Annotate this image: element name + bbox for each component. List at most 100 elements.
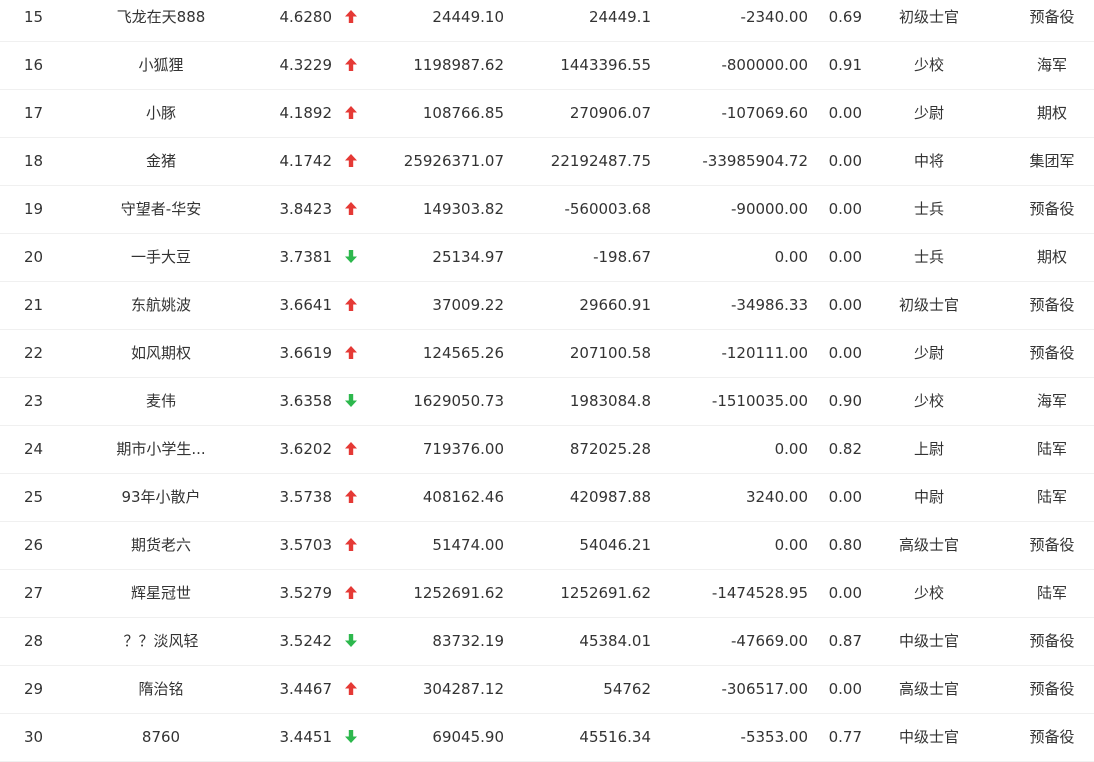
value-3-cell: -120111.00 — [721, 344, 808, 362]
trader-name-link[interactable]: 小豚 — [86, 89, 236, 137]
value-2-cell: -198.67 — [593, 248, 651, 266]
rank-title-cell: 初级士官 — [898, 296, 959, 314]
ratio-cell: 0.00 — [828, 584, 862, 602]
arrow-up-icon — [345, 345, 357, 359]
rank-cell: 18 — [24, 152, 44, 170]
ratio-cell: 0.69 — [828, 8, 862, 26]
value-3-cell: 3240.00 — [745, 488, 808, 506]
arrow-up-icon — [345, 9, 357, 23]
table-row: 17 小豚 4.1892 108766.85 270906.07 -107069… — [0, 89, 1094, 138]
rank-cell: 29 — [24, 680, 44, 698]
trader-name-link[interactable]: 飞龙在天888 — [86, 0, 236, 41]
arrow-up-icon — [345, 105, 357, 119]
rank-cell: 26 — [24, 536, 44, 554]
value-3-cell: -107069.60 — [721, 104, 808, 122]
trader-name-link[interactable]: ？？淡风轻 — [86, 617, 236, 665]
trader-name-link[interactable]: 小狐狸 — [86, 41, 236, 89]
score-cell: 3.6641 — [279, 296, 333, 314]
score-cell: 4.3229 — [279, 56, 333, 74]
rank-title-cell: 士兵 — [913, 200, 944, 218]
value-2-cell: 45516.34 — [579, 728, 651, 746]
value-1-cell: 37009.22 — [432, 296, 504, 314]
ratio-cell: 0.90 — [828, 392, 862, 410]
trader-name-link[interactable]: 如风期权 — [86, 329, 236, 377]
table-row: 28 ？？淡风轻 3.5242 83732.19 45384.01 -47669… — [0, 617, 1094, 666]
trader-name-link[interactable]: 期货老六 — [86, 521, 236, 569]
table-row: 25 93年小散户 3.5738 408162.46 420987.88 324… — [0, 473, 1094, 522]
rank-title-cell: 中将 — [913, 152, 944, 170]
value-1-cell: 304287.12 — [422, 680, 504, 698]
branch-cell: 海军 — [1036, 392, 1067, 410]
arrow-up-icon — [345, 585, 357, 599]
value-2-cell: -560003.68 — [564, 200, 651, 218]
score-cell: 3.8423 — [279, 200, 333, 218]
arrow-up-icon — [345, 441, 357, 455]
rank-cell: 30 — [24, 728, 44, 746]
value-2-cell: 1983084.8 — [569, 392, 651, 410]
value-2-cell: 22192487.75 — [550, 152, 651, 170]
trader-name-link[interactable]: 8760 — [86, 713, 236, 761]
trader-name-link[interactable]: 93年小散户 — [86, 473, 236, 521]
value-1-cell: 108766.85 — [422, 104, 504, 122]
ratio-cell: 0.87 — [828, 632, 862, 650]
trend-cell — [342, 569, 360, 617]
value-2-cell: 1252691.62 — [560, 584, 651, 602]
value-1-cell: 408162.46 — [422, 488, 504, 506]
trend-cell — [342, 41, 360, 89]
trend-cell — [342, 89, 360, 137]
score-cell: 3.4467 — [279, 680, 333, 698]
rank-title-cell: 上尉 — [913, 440, 944, 458]
arrow-up-icon — [345, 681, 357, 695]
trader-name-link[interactable]: 麦伟 — [86, 377, 236, 425]
trend-cell — [342, 617, 360, 665]
rank-cell: 16 — [24, 56, 44, 74]
ranking-table: 15 飞龙在天888 4.6280 24449.10 24449.1 -2340… — [0, 0, 1094, 762]
rank-title-cell: 高级士官 — [898, 680, 959, 698]
rank-title-cell: 少校 — [913, 56, 944, 74]
score-cell: 4.6280 — [279, 8, 333, 26]
value-3-cell: 0.00 — [774, 248, 808, 266]
trader-name-link[interactable]: 隋治铭 — [86, 665, 236, 713]
value-1-cell: 1198987.62 — [413, 56, 504, 74]
ratio-cell: 0.91 — [828, 56, 862, 74]
arrow-down-icon — [345, 249, 357, 263]
trader-name-link[interactable]: 期市小学生... — [86, 425, 236, 473]
rank-title-cell: 少校 — [913, 584, 944, 602]
trader-name-link[interactable]: 守望者-华安 — [86, 185, 236, 233]
rank-title-cell: 少尉 — [913, 344, 944, 362]
value-2-cell: 270906.07 — [569, 104, 651, 122]
value-3-cell: -800000.00 — [721, 56, 808, 74]
table-row: 18 金猪 4.1742 25926371.07 22192487.75 -33… — [0, 137, 1094, 186]
rank-cell: 17 — [24, 104, 44, 122]
table-row: 29 隋治铭 3.4467 304287.12 54762 -306517.00… — [0, 665, 1094, 714]
table-row: 23 麦伟 3.6358 1629050.73 1983084.8 -15100… — [0, 377, 1094, 426]
trader-name-link[interactable]: 东航姚波 — [86, 281, 236, 329]
branch-cell: 期权 — [1036, 104, 1067, 122]
value-2-cell: 1443396.55 — [560, 56, 651, 74]
trader-name-link[interactable]: 辉星冠世 — [86, 569, 236, 617]
value-1-cell: 719376.00 — [422, 440, 504, 458]
value-2-cell: 24449.1 — [588, 8, 651, 26]
trend-cell — [342, 377, 360, 425]
trend-cell — [342, 713, 360, 761]
value-1-cell: 1629050.73 — [413, 392, 504, 410]
rank-cell: 23 — [24, 392, 44, 410]
score-cell: 3.6202 — [279, 440, 333, 458]
trader-name-link[interactable]: 一手大豆 — [86, 233, 236, 281]
branch-cell: 预备役 — [1029, 296, 1075, 314]
rank-title-cell: 中尉 — [913, 488, 944, 506]
value-1-cell: 124565.26 — [422, 344, 504, 362]
trend-cell — [342, 665, 360, 713]
score-cell: 4.1742 — [279, 152, 333, 170]
ratio-cell: 0.00 — [828, 200, 862, 218]
rank-cell: 19 — [24, 200, 44, 218]
score-cell: 4.1892 — [279, 104, 333, 122]
ratio-cell: 0.80 — [828, 536, 862, 554]
value-1-cell: 69045.90 — [432, 728, 504, 746]
trader-name-link[interactable]: 金猪 — [86, 137, 236, 185]
ratio-cell: 0.00 — [828, 344, 862, 362]
rank-cell: 28 — [24, 632, 44, 650]
rank-cell: 15 — [24, 8, 44, 26]
branch-cell: 陆军 — [1036, 440, 1067, 458]
trend-cell — [342, 473, 360, 521]
